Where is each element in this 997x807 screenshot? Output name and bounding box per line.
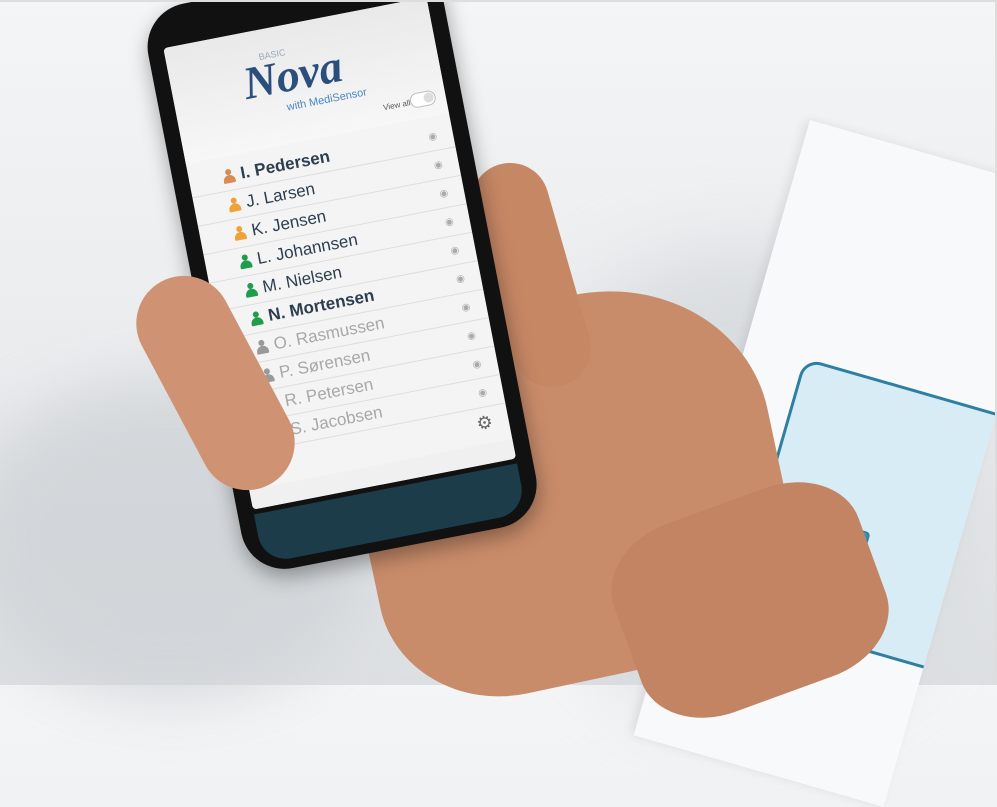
person-icon [227, 196, 241, 212]
eye-icon[interactable]: ◉ [466, 329, 477, 341]
eye-icon[interactable]: ◉ [438, 187, 449, 199]
gear-icon[interactable]: ⚙ [475, 411, 495, 435]
eye-icon[interactable]: ◉ [450, 244, 461, 256]
view-all-label: View all [382, 98, 412, 113]
person-icon [222, 168, 236, 184]
view-all-toggle[interactable] [408, 89, 438, 109]
eye-icon[interactable]: ◉ [433, 159, 444, 171]
eye-icon[interactable]: ◉ [455, 273, 466, 285]
person-icon [238, 253, 252, 269]
eye-icon[interactable]: ◉ [427, 130, 438, 142]
eye-icon[interactable]: ◉ [477, 386, 488, 398]
eye-icon[interactable]: ◉ [444, 216, 455, 228]
person-icon [233, 225, 247, 241]
person-icon [255, 339, 269, 355]
eye-icon[interactable]: ◉ [472, 358, 483, 370]
eye-icon[interactable]: ◉ [461, 301, 472, 313]
person-icon [244, 282, 258, 298]
person-icon [249, 310, 263, 326]
